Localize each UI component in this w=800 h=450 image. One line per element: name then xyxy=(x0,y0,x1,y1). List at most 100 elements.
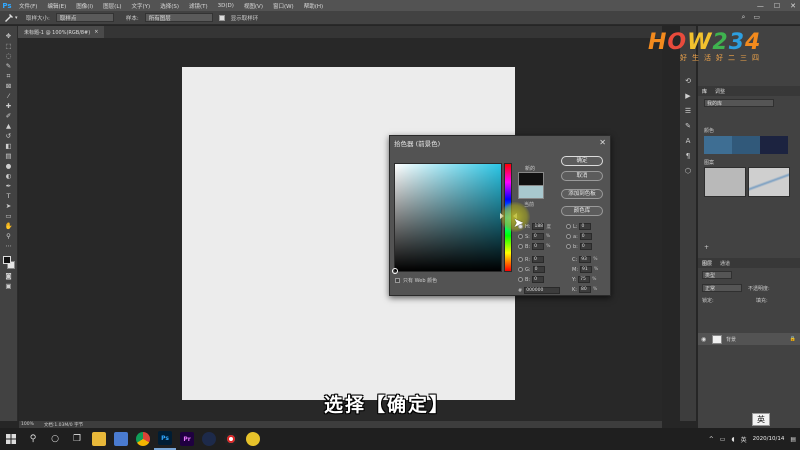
mail-icon[interactable] xyxy=(110,428,132,450)
workspace-icon[interactable]: ▭ xyxy=(753,13,760,22)
tray-expand-icon[interactable]: ^ xyxy=(709,436,714,443)
library-select[interactable]: 我的库 xyxy=(704,99,774,107)
blur-tool-icon[interactable]: ● xyxy=(2,162,16,171)
menu-window[interactable]: 窗口(W) xyxy=(268,2,299,10)
minimize-button[interactable]: — xyxy=(757,2,764,10)
zoom-level[interactable]: 100% xyxy=(21,422,34,427)
crop-tool-icon[interactable]: ⌗ xyxy=(2,72,16,81)
more-tools-icon[interactable]: ⋯ xyxy=(2,242,16,251)
library-color-swatch[interactable] xyxy=(732,136,760,154)
add-icon[interactable]: + xyxy=(704,244,709,251)
photoshop-taskbar-icon[interactable]: Ps xyxy=(154,428,176,450)
lasso-tool-icon[interactable]: ◌ xyxy=(2,52,16,61)
notification-icon[interactable]: ▤ xyxy=(790,436,796,443)
pattern-thumbnail[interactable] xyxy=(704,167,746,197)
hex-input[interactable]: 000000 xyxy=(524,287,561,294)
cancel-button[interactable]: 取消 xyxy=(561,171,603,181)
document-tab[interactable]: 未标题-1 @ 100%(RGB/8#) × xyxy=(18,26,105,38)
foreground-color-swatch[interactable] xyxy=(2,256,11,264)
black-input[interactable]: 80 xyxy=(578,286,591,293)
path-select-tool-icon[interactable]: ➤ xyxy=(2,202,16,211)
stamp-tool-icon[interactable]: ▲ xyxy=(2,122,16,131)
hand-tool-icon[interactable]: ✋ xyxy=(2,222,16,231)
lab-a-radio[interactable] xyxy=(566,234,571,239)
brush-settings-icon[interactable]: ✎ xyxy=(682,121,694,131)
screen-mode-icon[interactable]: ▣ xyxy=(2,282,16,291)
red-radio[interactable] xyxy=(518,257,523,262)
cyan-input[interactable]: 93 xyxy=(579,256,592,263)
shape-tool-icon[interactable]: ▭ xyxy=(2,212,16,221)
brightness-input[interactable]: 0 xyxy=(532,243,545,250)
recorder-icon[interactable] xyxy=(220,428,242,450)
menu-filter[interactable]: 滤镜(T) xyxy=(184,2,213,10)
blue-radio[interactable] xyxy=(518,277,523,282)
lab-l-radio[interactable] xyxy=(566,224,571,229)
library-color-swatch[interactable] xyxy=(704,136,732,154)
menu-view[interactable]: 视图(V) xyxy=(239,2,268,10)
move-tool-icon[interactable]: ✥ xyxy=(2,32,16,41)
layer-row-background[interactable]: ◉ 背景 🔒 xyxy=(698,333,800,345)
search-icon[interactable]: ⚲ xyxy=(22,428,44,450)
eraser-tool-icon[interactable]: ◧ xyxy=(2,142,16,151)
zoom-tool-icon[interactable]: ⚲ xyxy=(2,232,16,241)
marquee-tool-icon[interactable]: ⬚ xyxy=(2,42,16,51)
file-explorer-icon[interactable] xyxy=(88,428,110,450)
dodge-tool-icon[interactable]: ◐ xyxy=(2,172,16,181)
lab-b-input[interactable]: 0 xyxy=(579,243,592,250)
magenta-input[interactable]: 91 xyxy=(580,266,592,273)
history-panel-icon[interactable]: ⟲ xyxy=(682,76,694,86)
saturation-radio[interactable] xyxy=(518,234,523,239)
red-input[interactable]: 0 xyxy=(532,256,545,263)
ime-indicator[interactable]: 英 xyxy=(752,413,770,426)
quick-select-tool-icon[interactable]: ✎ xyxy=(2,62,16,71)
library-color-swatch[interactable] xyxy=(760,136,788,154)
volume-icon[interactable]: ◖ xyxy=(731,436,734,443)
current-color-swatch[interactable] xyxy=(518,186,544,199)
close-tab-icon[interactable]: × xyxy=(94,29,98,35)
blend-mode-select[interactable]: 正常 xyxy=(702,284,742,292)
menu-layer[interactable]: 图层(L) xyxy=(98,2,126,10)
dialog-close-icon[interactable]: ✕ xyxy=(599,138,606,147)
eye-icon[interactable]: ◉ xyxy=(701,336,708,343)
gradient-tool-icon[interactable]: ▤ xyxy=(2,152,16,161)
history-brush-icon[interactable]: ↺ xyxy=(2,132,16,141)
healing-tool-icon[interactable]: ✚ xyxy=(2,102,16,111)
hue-radio[interactable] xyxy=(518,224,523,229)
sample-size-select[interactable]: 取样点 xyxy=(55,13,114,22)
menu-image[interactable]: 图像(I) xyxy=(71,2,98,10)
saturation-input[interactable]: 0 xyxy=(531,233,544,240)
eyedropper-icon[interactable]: ▾ xyxy=(4,13,20,23)
menu-edit[interactable]: 编辑(E) xyxy=(42,2,71,10)
yellow-input[interactable]: 75 xyxy=(578,276,591,283)
search-icon[interactable]: ⌕ xyxy=(741,13,745,22)
ok-button[interactable]: 确定 xyxy=(561,156,603,166)
windows-start-icon[interactable] xyxy=(0,428,22,450)
quick-mask-icon[interactable]: ◙ xyxy=(2,272,16,281)
color-swatches[interactable] xyxy=(2,255,16,271)
tab-layers[interactable]: 图层 xyxy=(702,260,712,267)
frame-tool-icon[interactable]: ⊠ xyxy=(2,82,16,91)
lab-b-radio[interactable] xyxy=(566,244,571,249)
paragraph-panel-icon[interactable]: ¶ xyxy=(682,151,694,161)
properties-panel-icon[interactable]: ☰ xyxy=(682,106,694,116)
tab-adjustments[interactable]: 调整 xyxy=(715,88,725,95)
menu-help[interactable]: 帮助(H) xyxy=(299,2,328,10)
saturation-brightness-field[interactable] xyxy=(392,163,502,274)
color-field-marker[interactable] xyxy=(392,268,398,274)
green-input[interactable]: 0 xyxy=(532,266,545,273)
brush-tool-icon[interactable]: ✐ xyxy=(2,112,16,121)
character-panel-icon[interactable]: A xyxy=(682,136,694,146)
type-tool-icon[interactable]: T xyxy=(2,192,16,201)
hue-input[interactable]: 188 xyxy=(532,223,545,230)
chrome-icon[interactable] xyxy=(132,428,154,450)
premiere-taskbar-icon[interactable]: Pr xyxy=(176,428,198,450)
pattern-thumbnail[interactable] xyxy=(748,167,790,197)
sample-select[interactable]: 所有图层 xyxy=(144,13,213,22)
system-clock[interactable]: 2020/10/14 xyxy=(753,436,785,443)
menu-file[interactable]: 文件(F) xyxy=(14,2,42,10)
green-radio[interactable] xyxy=(518,267,523,272)
cinema4d-icon[interactable] xyxy=(198,428,220,450)
brightness-radio[interactable] xyxy=(518,244,523,249)
close-button[interactable]: ✕ xyxy=(790,2,796,10)
app-icon[interactable] xyxy=(242,428,264,450)
